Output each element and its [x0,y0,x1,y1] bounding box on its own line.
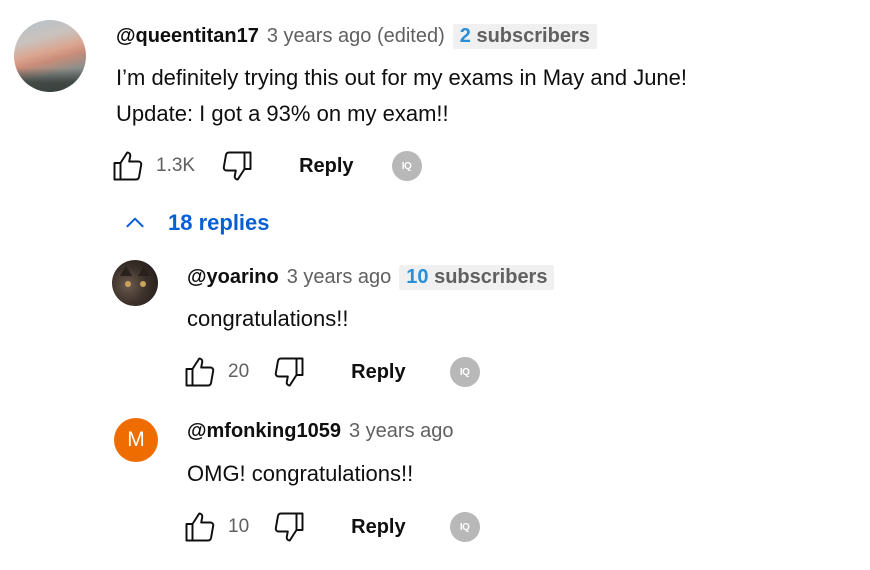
reply-text: congratulations!! [187,306,349,331]
avatar[interactable] [112,260,158,306]
comment-header: @queentitan17 3 years ago (edited) 2 sub… [116,24,597,49]
subscribers-count: 10 [406,266,429,288]
subscribers-count: 2 [459,25,471,47]
reply-header: @mfonking1059 3 years ago [187,420,454,443]
reply-timestamp[interactable]: 3 years ago [287,266,392,289]
avatar-image [14,68,86,92]
avatar-image [120,266,132,276]
dislike-button[interactable] [219,148,255,184]
reply-button[interactable]: Reply [299,155,353,178]
comment-text-line: Update: I got a 93% on my exam!! [116,101,449,126]
avatar[interactable]: M [114,418,158,462]
avatar-image [138,266,150,276]
thumbs-down-icon [274,357,304,387]
iq-icon[interactable]: IQ [449,512,480,542]
comment-timestamp[interactable]: 3 years ago (edited) [267,25,445,48]
like-count: 1.3K [156,155,196,176]
reply-button[interactable]: Reply [351,361,405,384]
thumbs-up-icon [113,151,143,181]
comment-text: I’m definitely trying this out for my ex… [116,60,687,132]
subscribers-word: subscribers [476,25,590,47]
thumbs-up-icon [185,357,215,387]
like-button[interactable] [110,148,146,184]
like-count: 10 [228,516,250,537]
comment-author[interactable]: @queentitan17 [116,25,259,48]
thumbs-up-icon [185,512,215,542]
iq-icon[interactable]: IQ [391,151,422,181]
subscribers-word: subscribers [434,266,548,288]
reply-actions: 20 Reply IQ [182,352,480,392]
thumbs-down-icon [274,512,304,542]
like-button[interactable] [182,354,218,390]
replies-count-label: 18 replies [168,210,270,235]
avatar-image [125,281,131,287]
like-count: 20 [228,361,250,382]
reply-actions: 10 Reply IQ [182,507,480,547]
like-button[interactable] [182,509,218,545]
avatar-image [140,281,146,287]
reply-author[interactable]: @mfonking1059 [187,420,341,443]
comment-text-line: I’m definitely trying this out for my ex… [116,65,688,90]
reply-header: @yoarino 3 years ago 10 subscribers [187,265,555,290]
subscribers-badge: 10 subscribers [399,265,555,290]
subscribers-badge: 2 subscribers [452,24,597,49]
replies-toggle-button[interactable]: 18 replies [122,210,270,236]
reply-timestamp[interactable]: 3 years ago [349,420,454,443]
iq-icon[interactable]: IQ [449,357,480,387]
thumbs-down-icon [222,151,252,181]
chevron-up-icon [126,217,144,228]
reply-text: OMG! congratulations!! [187,461,414,486]
reply-button[interactable]: Reply [351,516,405,539]
reply-author[interactable]: @yoarino [187,266,279,289]
avatar[interactable] [14,20,86,92]
comment-actions: 1.3K Reply IQ [110,146,422,186]
dislike-button[interactable] [271,509,307,545]
dislike-button[interactable] [271,354,307,390]
